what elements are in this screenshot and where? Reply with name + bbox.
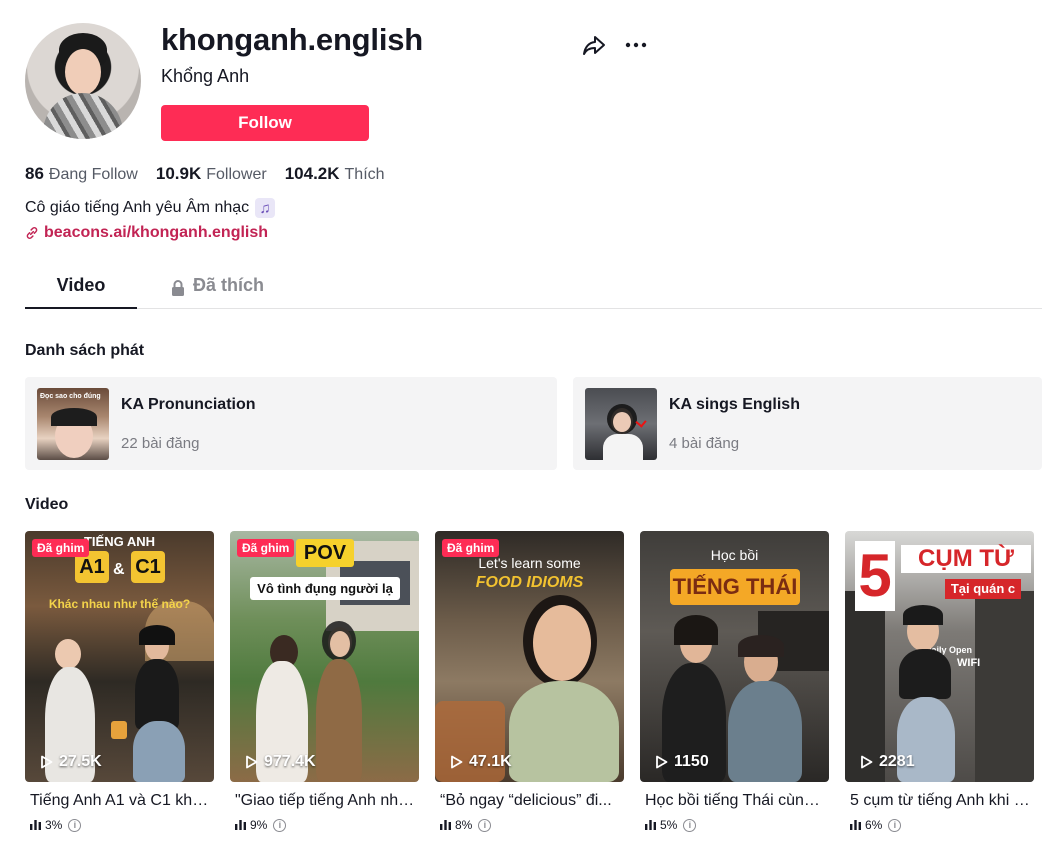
play-icon (861, 755, 873, 769)
tab-video[interactable]: Video (25, 275, 137, 309)
tab-liked-label: Đã thích (193, 275, 265, 295)
share-icon[interactable] (582, 33, 606, 57)
info-icon[interactable]: i (273, 818, 287, 832)
profile-link-text: beacons.ai/khonganh.english (44, 224, 269, 241)
playlist-count: 22 bài đăng (121, 435, 200, 452)
video-card[interactable]: TIẾNG ANH A1 & C1 Khác nhau như thế nào?… (25, 531, 214, 832)
pinned-badge: Đã ghim (32, 539, 90, 557)
profile-nickname: Khổng Anh (161, 66, 250, 86)
pinned-badge: Đã ghim (442, 539, 500, 557)
music-note-icon: ♫ (255, 198, 276, 218)
video-thumbnail[interactable]: 5 CỤM TỪ Tại quán c Daily Open WIFI 2281 (845, 531, 1034, 782)
video-overlay-title: Let's learn some (478, 555, 581, 571)
video-thumbnail[interactable]: Let's learn some FOOD IDIOMS Đã ghim 47.… (435, 531, 624, 782)
video-overlay-subtitle: Khác nhau như thế nào? (48, 597, 191, 611)
video-overlay-title: POV (296, 539, 354, 567)
profile-link[interactable]: beacons.ai/khonganh.english (25, 224, 268, 242)
lock-icon (172, 280, 184, 296)
link-icon (26, 227, 38, 239)
info-icon[interactable]: i (888, 818, 902, 832)
video-views: 977.4K (245, 753, 316, 771)
bio-text: Cô giáo tiếng Anh yêu Âm nhạc (25, 199, 250, 216)
stat-following[interactable]: 86 Đang Follow (25, 164, 138, 184)
stat-followers[interactable]: 10.9K Follower (156, 164, 267, 184)
video-views: 47.1K (450, 753, 512, 771)
video-overlay-c1: C1 (131, 551, 165, 583)
video-caption[interactable]: Tiếng Anh A1 và C1 khác nhau như thế nào… (30, 792, 210, 810)
play-icon (451, 755, 463, 769)
stat-likes: 104.2K Thích (284, 164, 385, 183)
bar-chart-icon (30, 820, 41, 830)
video-overlay-subtitle: TIẾNG THÁI (670, 569, 800, 605)
video-card[interactable]: Let's learn some FOOD IDIOMS Đã ghim 47.… (435, 531, 624, 832)
bar-chart-icon (645, 820, 656, 830)
more-options-icon[interactable] (624, 36, 648, 54)
profile-stats: 86 Đang Follow 10.9K Follower 104.2K Thích (25, 164, 385, 184)
video-caption[interactable]: 5 cụm từ tiếng Anh khi đi ăn (850, 792, 1030, 810)
pinned-badge: Đã ghim (237, 539, 295, 557)
video-overlay-amp: & (113, 561, 125, 578)
video-thumbnail[interactable]: POV Vô tình đụng người lạ Đã ghim 977.4K (230, 531, 419, 782)
playlist-title: KA Pronunciation (121, 396, 256, 413)
video-metric: 9% i (235, 818, 419, 832)
videos-title: Video (25, 496, 69, 513)
play-icon (656, 755, 668, 769)
info-icon[interactable]: i (68, 818, 82, 832)
profile-avatar (25, 23, 141, 139)
playlists-title: Danh sách phát (25, 342, 145, 359)
video-card[interactable]: Học bồi TIẾNG THÁI 1150 Học bồi tiếng Th… (640, 531, 829, 832)
profile-tabs: Video Đã thích (25, 270, 1042, 309)
video-thumbnail[interactable]: Học bồi TIẾNG THÁI 1150 (640, 531, 829, 782)
play-icon (246, 755, 258, 769)
info-icon[interactable]: i (478, 818, 492, 832)
video-card[interactable]: POV Vô tình đụng người lạ Đã ghim 977.4K… (230, 531, 419, 832)
video-overlay-subtitle: Vô tình đụng người lạ (250, 577, 400, 600)
video-metric: 6% i (850, 818, 1034, 832)
profile-bio: Cô giáo tiếng Anh yêu Âm nhạc ♫ (25, 198, 276, 218)
video-overlay-title: Học bồi (710, 547, 759, 563)
video-caption[interactable]: “Bỏ ngay “delicious” đi... (440, 792, 620, 810)
playlist-title: KA sings English (669, 396, 800, 413)
video-views: 1150 (655, 753, 709, 771)
video-views: 2281 (860, 753, 915, 771)
bar-chart-icon (850, 820, 861, 830)
video-thumbnail[interactable]: TIẾNG ANH A1 & C1 Khác nhau như thế nào?… (25, 531, 214, 782)
play-icon (41, 755, 53, 769)
video-overlay-number: 5 (855, 541, 895, 611)
follow-button[interactable]: Follow (161, 105, 369, 141)
playlist-thumbnail: Đọc sao cho đúng (37, 388, 109, 460)
bar-chart-icon (235, 820, 246, 830)
playlist-count: 4 bài đăng (669, 435, 740, 452)
playlist-card[interactable]: Đọc sao cho đúng KA Pronunciation 22 bài… (25, 377, 557, 470)
video-metric: 3% i (30, 818, 214, 832)
playlist-thumbnail (585, 388, 657, 460)
video-overlay-subtitle: FOOD IDIOMS (475, 574, 584, 591)
video-card[interactable]: 5 CỤM TỪ Tại quán c Daily Open WIFI 2281… (845, 531, 1034, 832)
video-caption[interactable]: "Giao tiếp tiếng Anh nhưng... (235, 792, 415, 810)
video-views: 27.5K (40, 753, 102, 771)
bar-chart-icon (440, 820, 451, 830)
video-sign-wifi: WIFI (957, 657, 981, 669)
playlist-thumb-text: Đọc sao cho đúng (40, 393, 101, 400)
video-metric: 8% i (440, 818, 624, 832)
video-overlay-subtitle: Tại quán c (945, 579, 1021, 599)
video-metric: 5% i (645, 818, 829, 832)
info-icon[interactable]: i (683, 818, 697, 832)
video-overlay-title: CỤM TỪ (901, 545, 1031, 573)
profile-username: khonganh.english (161, 22, 424, 57)
video-caption[interactable]: Học bồi tiếng Thái cùng mẹ (645, 792, 825, 810)
playlist-card[interactable]: KA sings English 4 bài đăng (573, 377, 1042, 470)
tab-liked[interactable]: Đã thích (171, 275, 264, 309)
